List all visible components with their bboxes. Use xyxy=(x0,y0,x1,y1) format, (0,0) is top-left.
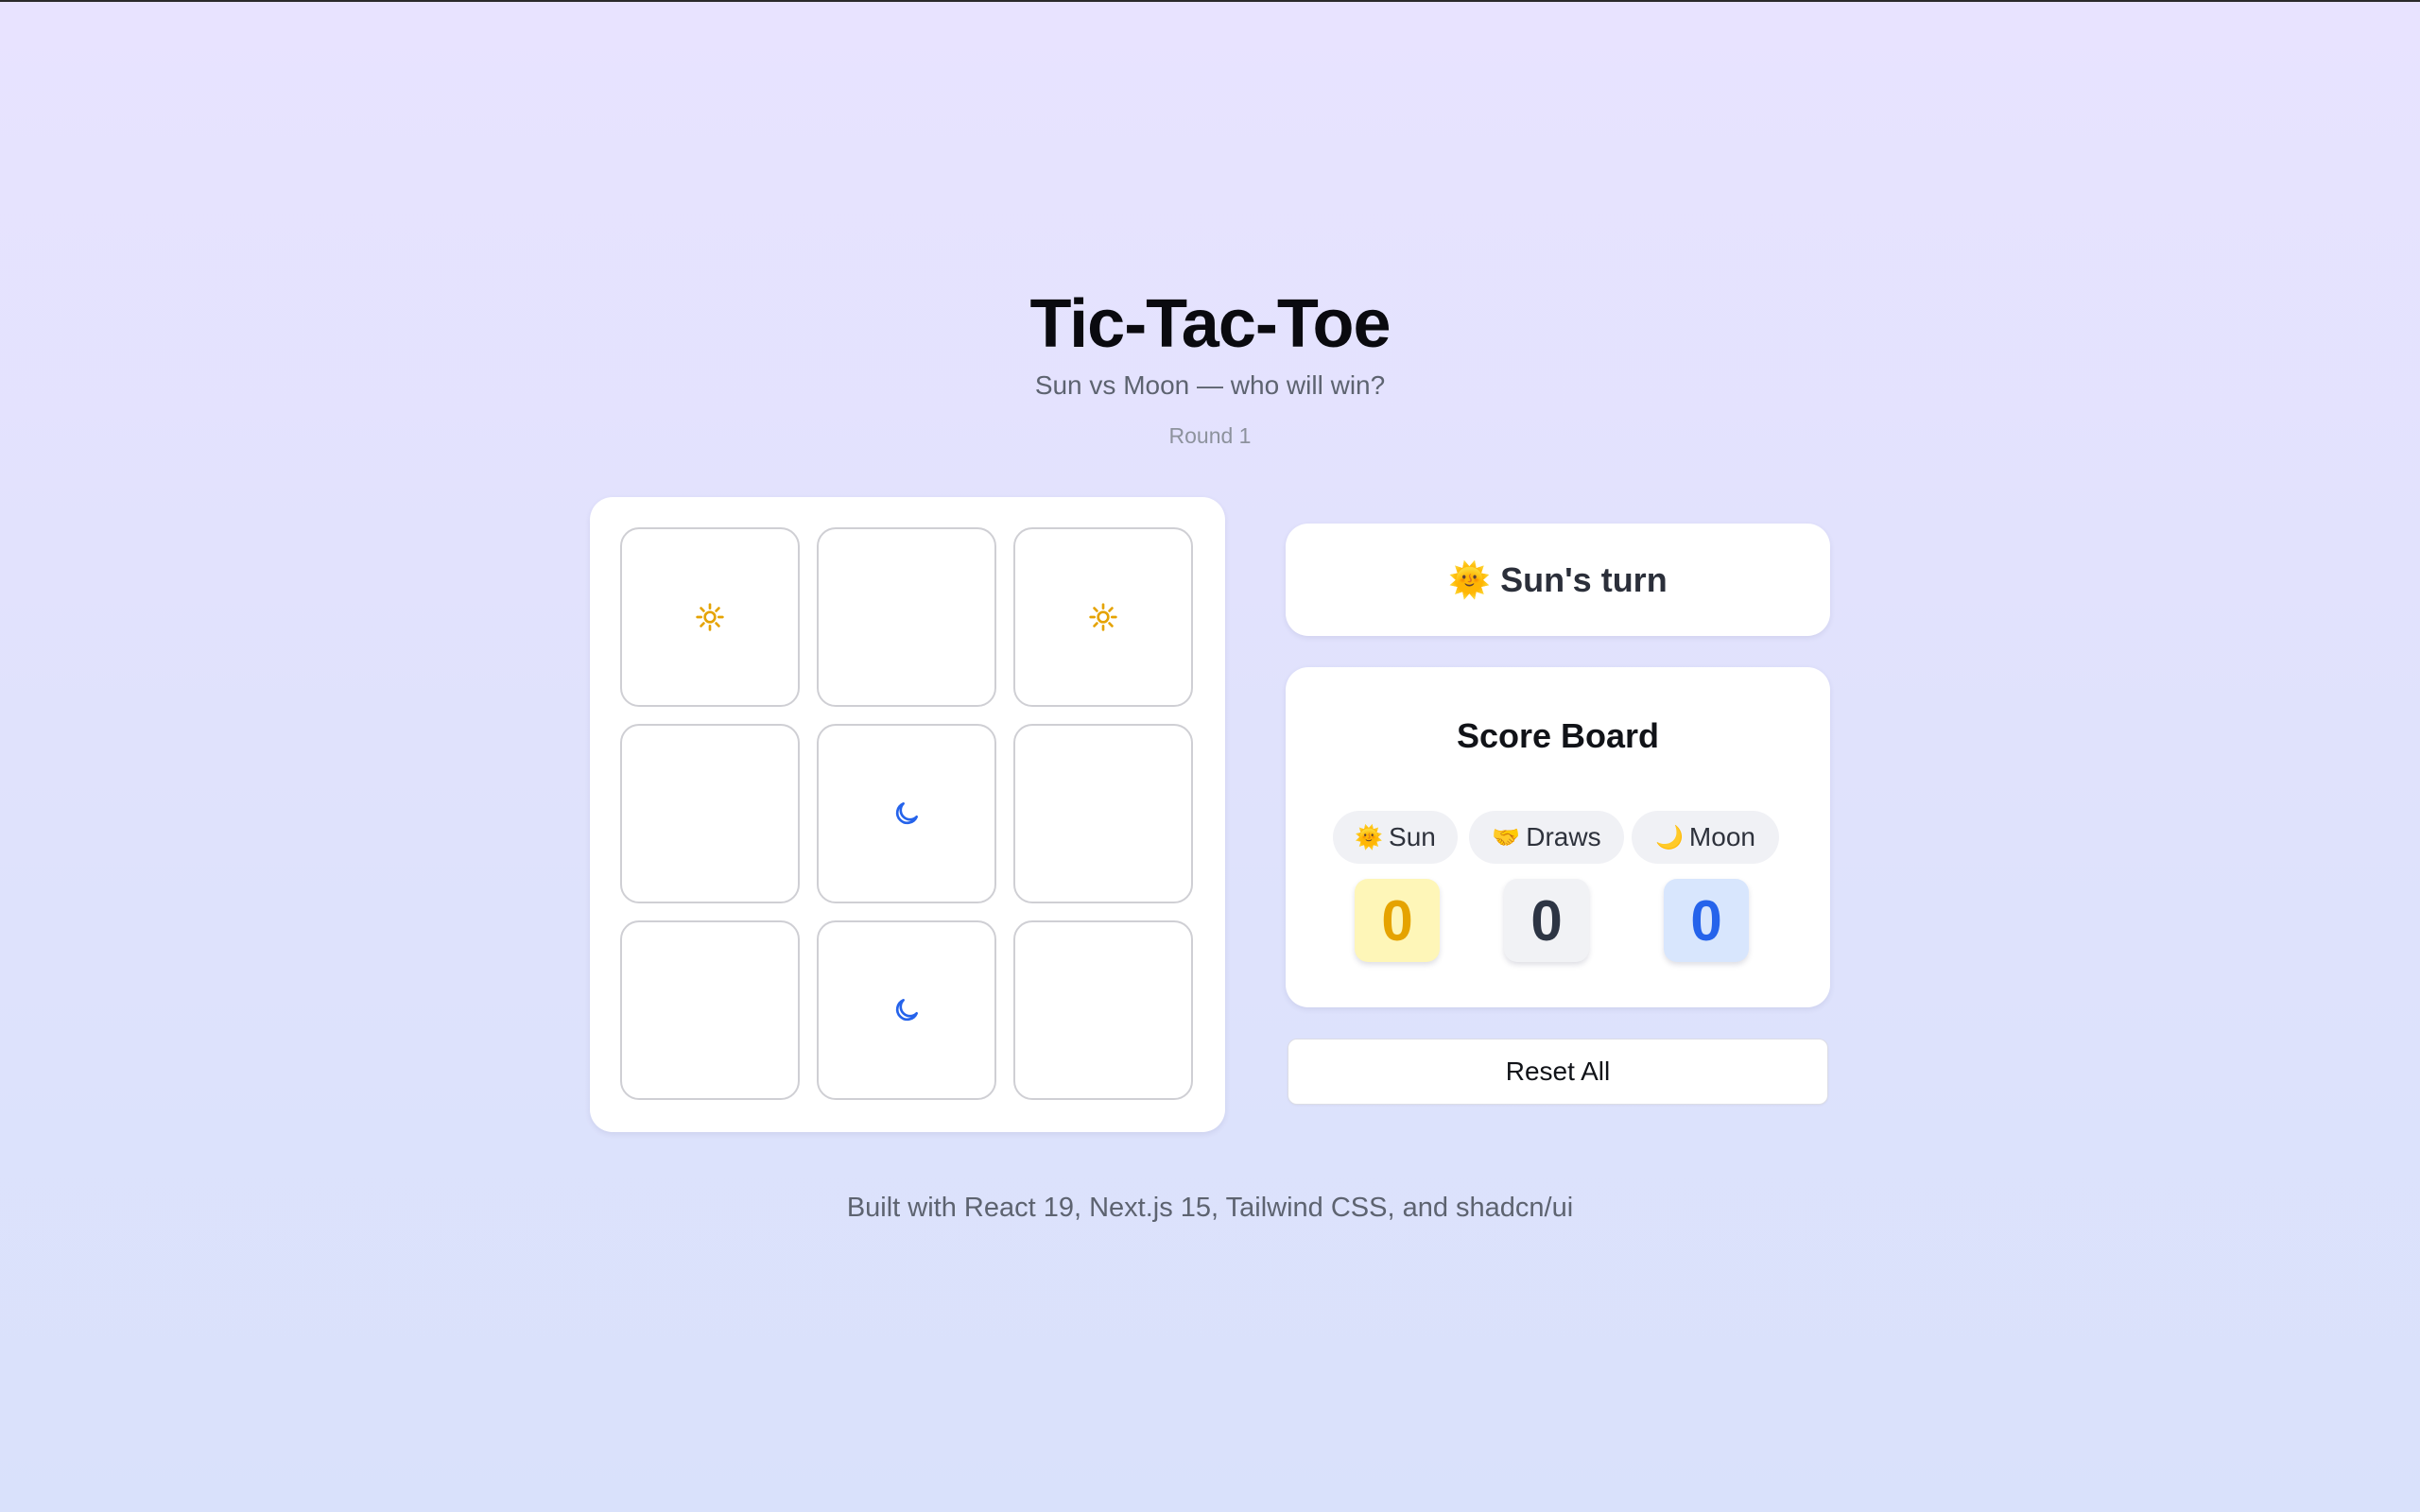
game-board xyxy=(590,497,1225,1132)
sun-icon xyxy=(1089,603,1117,631)
footer-credits: Built with React 19, Next.js 15, Tailwin… xyxy=(846,1193,1574,1223)
moon-label-text: Moon xyxy=(1688,822,1755,851)
board-cell-1-1[interactable] xyxy=(620,527,800,707)
turn-status: 🌞 Sun's turn xyxy=(1448,560,1667,600)
moon-icon xyxy=(895,802,918,825)
sun-score-label: 🌞 Sun xyxy=(1333,811,1458,864)
board-cell-1-2[interactable] xyxy=(817,527,996,707)
page-title: Tic-Tac-Toe xyxy=(1029,286,1391,362)
page-subtitle: Sun vs Moon — who will win? xyxy=(1034,370,1386,400)
turn-status-card: 🌞 Sun's turn xyxy=(1286,524,1830,636)
sun-face-icon: 🌞 xyxy=(1355,824,1384,850)
turn-status-label: Sun's turn xyxy=(1500,559,1668,599)
score-board: Score Board 🌞 Sun 🤝 Draws 🌙 Moon 0 0 0 xyxy=(1286,667,1830,1007)
sun-face-icon: 🌞 xyxy=(1448,559,1492,599)
draws-score: 0 xyxy=(1504,879,1589,962)
header: Tic-Tac-Toe Sun vs Moon — who will win? … xyxy=(0,282,2420,450)
board-cell-1-3[interactable] xyxy=(1013,527,1193,707)
sun-icon xyxy=(696,603,724,631)
board-cell-2-2[interactable] xyxy=(817,724,996,903)
score-board-title: Score Board xyxy=(1456,716,1660,755)
round-indicator: Round 1 xyxy=(1168,423,1252,448)
moon-score: 0 xyxy=(1664,879,1749,962)
moon-icon xyxy=(895,999,918,1022)
board-cell-2-3[interactable] xyxy=(1013,724,1193,903)
board-cell-3-1[interactable] xyxy=(620,920,800,1100)
crescent-moon-icon: 🌙 xyxy=(1655,824,1684,850)
handshake-icon: 🤝 xyxy=(1492,824,1521,850)
board-cell-3-3[interactable] xyxy=(1013,920,1193,1100)
draws-score-label: 🤝 Draws xyxy=(1469,811,1624,864)
reset-all-button[interactable]: Reset All xyxy=(1288,1039,1828,1105)
moon-score-label: 🌙 Moon xyxy=(1632,811,1779,864)
board-cell-2-1[interactable] xyxy=(620,724,800,903)
draws-label-text: Draws xyxy=(1526,822,1601,851)
sun-score: 0 xyxy=(1355,879,1440,962)
board-cell-3-2[interactable] xyxy=(817,920,996,1100)
sun-label-text: Sun xyxy=(1389,822,1436,851)
